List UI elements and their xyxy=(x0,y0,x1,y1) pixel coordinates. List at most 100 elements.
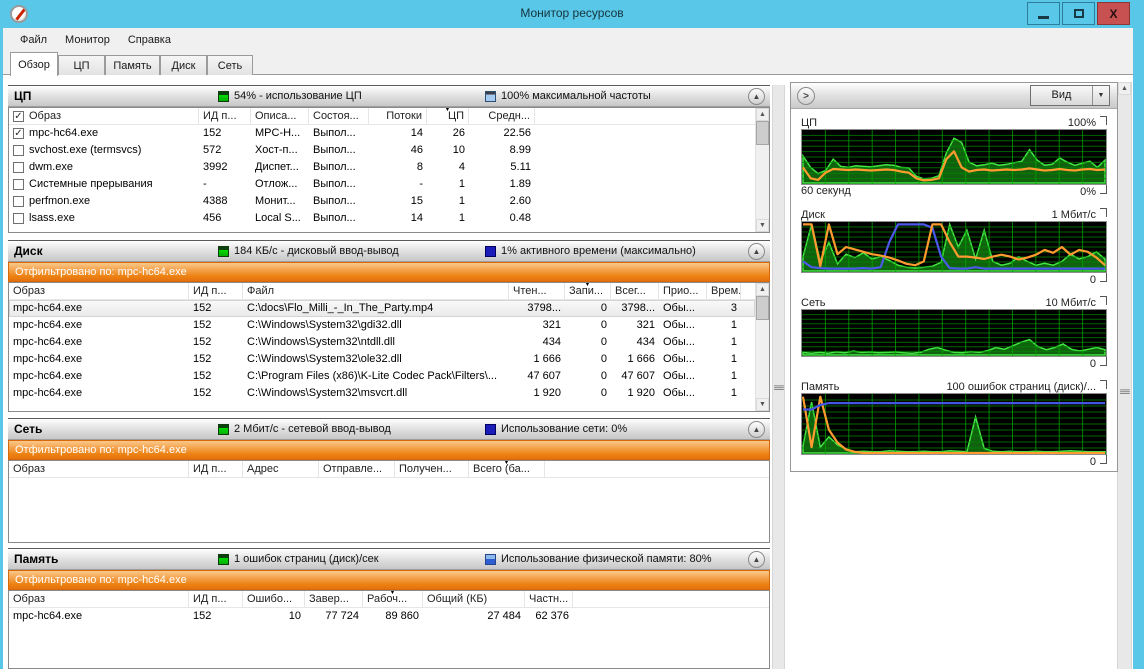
cpu-cell: 1 xyxy=(427,176,469,193)
row-checkbox[interactable] xyxy=(13,145,24,156)
right-splitter[interactable]: ▲ ≡≡ xyxy=(1117,82,1132,669)
avg-cpu-cell: 2.60 xyxy=(469,193,535,210)
table-row[interactable]: lsass.exe 456 Local S... Выпол... 14 1 0… xyxy=(9,210,755,227)
menu-file[interactable]: Файл xyxy=(11,30,56,50)
column-header[interactable]: Образ xyxy=(9,461,189,477)
column-header[interactable]: Всег... xyxy=(611,283,659,299)
column-header[interactable]: ИД п... xyxy=(189,591,243,607)
disk-table-header: Образ ИД п... Файл Чтен... ▼Запи... Всег… xyxy=(9,283,755,300)
column-header[interactable]: ▼Запи... xyxy=(565,283,611,299)
column-header[interactable]: Файл xyxy=(243,283,509,299)
process-image-cell: dwm.exe xyxy=(9,159,199,176)
scroll-up-icon[interactable]: ▲ xyxy=(756,283,769,296)
graphs-panel: > Вид ▼ ЦП 100% 60 секунд 0% xyxy=(790,82,1118,472)
column-header[interactable]: Состоя... xyxy=(309,108,369,124)
column-header[interactable]: Прио... xyxy=(659,283,707,299)
process-image-cell: mpc-hc64.exe xyxy=(9,300,189,317)
column-header[interactable]: Отправле... xyxy=(319,461,395,477)
chevron-down-icon[interactable]: ▼ xyxy=(1092,86,1109,105)
memory-collapse-button[interactable]: ▲ xyxy=(748,551,765,568)
column-header[interactable]: ИД п... xyxy=(189,461,243,477)
bracket-icon xyxy=(1100,455,1107,464)
column-header[interactable]: Завер... xyxy=(305,591,363,607)
tab-network[interactable]: Сеть xyxy=(207,55,253,75)
table-row[interactable]: mpc-hc64.exe 152 C:\Windows\System32\ole… xyxy=(9,351,755,368)
column-header[interactable]: ▼Всего (ба... xyxy=(469,461,545,477)
process-image-cell: mpc-hc64.exe xyxy=(9,368,189,385)
table-row[interactable]: Системные прерывания - Отлож... Выпол...… xyxy=(9,176,755,193)
panel-splitter[interactable]: ≡≡ xyxy=(772,85,785,669)
maximize-button[interactable] xyxy=(1062,2,1095,25)
disk-collapse-button[interactable]: ▲ xyxy=(748,243,765,260)
column-header[interactable]: Образ xyxy=(9,283,189,299)
write-cell: 0 xyxy=(565,351,611,368)
tab-memory[interactable]: Память xyxy=(105,55,160,75)
table-row[interactable]: mpc-hc64.exe 152 10 77 724 89 860 27 484… xyxy=(9,608,769,625)
table-row[interactable]: mpc-hc64.exe 152 C:\Windows\System32\gdi… xyxy=(9,317,755,334)
disk-graph-min: 0 xyxy=(1090,274,1096,286)
column-header[interactable]: Описа... xyxy=(251,108,309,124)
response-time-cell: 3 xyxy=(707,300,741,317)
scroll-thumb[interactable] xyxy=(756,121,769,145)
table-row[interactable]: perfmon.exe 4388 Монит... Выпол... 15 1 … xyxy=(9,193,755,210)
column-header[interactable]: ▼Рабоч... xyxy=(363,591,423,607)
row-checkbox[interactable] xyxy=(13,213,24,224)
splitter-grip-icon[interactable]: ≡≡ xyxy=(773,383,784,394)
column-header[interactable]: Общий (КБ) xyxy=(423,591,525,607)
tab-cpu[interactable]: ЦП xyxy=(58,55,105,75)
pid-cell: 152 xyxy=(189,300,243,317)
scroll-up-icon[interactable]: ▲ xyxy=(756,108,769,121)
column-header[interactable]: Средн... xyxy=(469,108,535,124)
column-header[interactable]: Врем... xyxy=(707,283,741,299)
table-row[interactable]: dwm.exe 3992 Диспет... Выпол... 8 4 5.11 xyxy=(9,159,755,176)
row-checkbox[interactable] xyxy=(13,179,24,190)
column-header[interactable]: Чтен... xyxy=(509,283,565,299)
column-header[interactable]: Получен... xyxy=(395,461,469,477)
table-row[interactable]: ✓mpc-hc64.exe 152 MPC-H... Выпол... 14 2… xyxy=(9,125,755,142)
scroll-down-icon[interactable]: ▼ xyxy=(756,398,769,411)
column-header[interactable]: Ошибо... xyxy=(243,591,305,607)
disk-scrollbar[interactable]: ▲ ▼ xyxy=(755,283,769,411)
column-header[interactable]: ✓Образ xyxy=(9,108,199,124)
scroll-up-icon[interactable]: ▲ xyxy=(1118,82,1131,95)
cpu-scrollbar[interactable]: ▲ ▼ xyxy=(755,108,769,232)
row-checkbox[interactable]: ✓ xyxy=(13,128,24,139)
row-checkbox[interactable] xyxy=(13,162,24,173)
view-button-label: Вид xyxy=(1031,86,1092,105)
table-row[interactable]: mpc-hc64.exe 152 C:\Windows\System32\ntd… xyxy=(9,334,755,351)
tab-disk[interactable]: Диск xyxy=(160,55,207,75)
write-cell: 0 xyxy=(565,385,611,402)
column-header[interactable]: Частн... xyxy=(525,591,573,607)
row-checkbox[interactable] xyxy=(13,196,24,207)
disk-legend-active: 1% активного времени (максимально) xyxy=(485,245,696,257)
scroll-thumb[interactable] xyxy=(756,296,769,320)
collapse-panel-button[interactable]: > xyxy=(797,87,815,105)
process-image-cell: Системные прерывания xyxy=(9,176,199,193)
column-header[interactable]: Потоки xyxy=(369,108,427,124)
network-graph: Сеть 10 Мбит/с 0 xyxy=(801,293,1107,373)
column-header[interactable]: ИД п... xyxy=(189,283,243,299)
read-cell: 321 xyxy=(509,317,565,334)
table-row[interactable]: mpc-hc64.exe 152 C:\docs\Flo_Milli_-_In_… xyxy=(9,300,755,317)
splitter-grip-icon[interactable]: ≡≡ xyxy=(1118,387,1131,398)
private-cell: 62 376 xyxy=(525,608,573,625)
tab-overview[interactable]: Обзор xyxy=(10,52,58,76)
scroll-down-icon[interactable]: ▼ xyxy=(756,219,769,232)
cpu-collapse-button[interactable]: ▲ xyxy=(748,88,765,105)
table-row[interactable]: svchost.exe (termsvcs) 572 Хост-п... Вып… xyxy=(9,142,755,159)
column-header[interactable]: Образ xyxy=(9,591,189,607)
network-collapse-button[interactable]: ▲ xyxy=(748,421,765,438)
menu-help[interactable]: Справка xyxy=(119,30,180,50)
minimize-button[interactable] xyxy=(1027,2,1060,25)
menu-monitor[interactable]: Монитор xyxy=(56,30,119,50)
table-row[interactable]: mpc-hc64.exe 152 C:\Windows\System32\msv… xyxy=(9,385,755,402)
column-header[interactable]: ▼ЦП xyxy=(427,108,469,124)
process-image-cell: ✓mpc-hc64.exe xyxy=(9,125,199,142)
column-header[interactable]: ИД п... xyxy=(199,108,251,124)
table-row[interactable]: mpc-hc64.exe 152 C:\Program Files (x86)\… xyxy=(9,368,755,385)
file-cell: C:\Windows\System32\ntdll.dll xyxy=(243,334,509,351)
select-all-checkbox[interactable]: ✓ xyxy=(13,111,24,122)
view-dropdown-button[interactable]: Вид ▼ xyxy=(1030,85,1110,106)
column-header[interactable]: Адрес xyxy=(243,461,319,477)
close-button[interactable]: X xyxy=(1097,2,1130,25)
